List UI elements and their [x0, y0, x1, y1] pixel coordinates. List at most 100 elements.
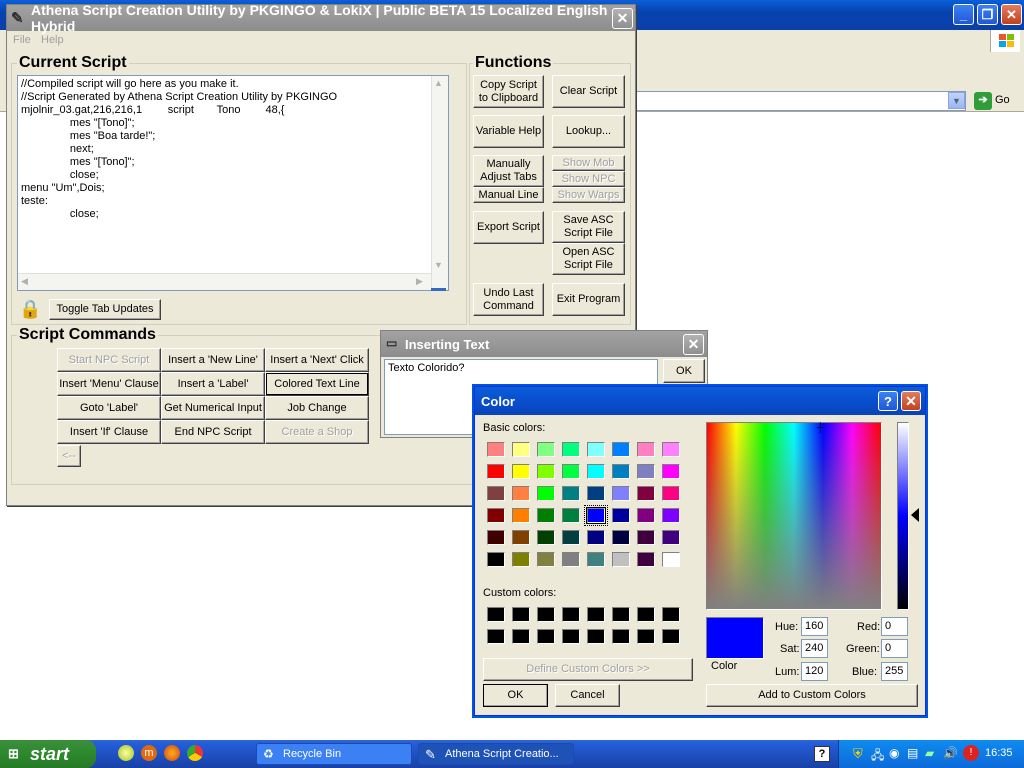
chevron-down-icon[interactable]: ▼ [948, 92, 965, 109]
taskbar-recycle-bin[interactable]: ♻ Recycle Bin [256, 743, 412, 765]
insert-next-click-button[interactable]: Insert a 'Next' Click [265, 348, 369, 372]
color-swatch[interactable] [587, 464, 605, 479]
color-swatch[interactable] [612, 464, 630, 479]
color-swatch[interactable] [562, 508, 580, 523]
get-numerical-input-button[interactable]: Get Numerical Input [161, 396, 265, 420]
insert-label-button[interactable]: Insert a 'Label' [161, 372, 265, 396]
color-swatch[interactable] [662, 464, 680, 479]
color-swatch[interactable] [487, 530, 505, 545]
color-swatch[interactable] [587, 530, 605, 545]
color-swatch[interactable] [587, 442, 605, 457]
export-script-button[interactable]: Export Script [473, 211, 544, 244]
color-swatch[interactable] [487, 486, 505, 501]
quicklaunch-m-icon[interactable]: m [141, 745, 157, 761]
color-ok-button[interactable]: OK [483, 684, 548, 707]
color-swatch[interactable] [587, 607, 605, 622]
color-swatch[interactable] [662, 442, 680, 457]
red-input[interactable]: 0 [881, 617, 908, 636]
color-swatch[interactable] [512, 486, 530, 501]
color-swatch[interactable] [612, 508, 630, 523]
scroll-right-icon[interactable]: ▶ [416, 276, 423, 287]
show-npc-button[interactable]: Show NPC [552, 171, 625, 187]
color-swatch[interactable] [537, 530, 555, 545]
luminosity-bar[interactable] [897, 422, 909, 610]
color-swatch[interactable] [584, 505, 608, 526]
lock-icon[interactable]: 🔒 [19, 299, 41, 320]
colored-text-line-button[interactable]: Colored Text Line [265, 372, 369, 396]
color-swatch[interactable] [612, 629, 630, 644]
restore-icon[interactable]: ❐ [977, 4, 998, 25]
color-swatch[interactable] [562, 552, 580, 567]
firefox-icon[interactable] [164, 745, 180, 761]
color-swatch[interactable] [662, 552, 680, 567]
main-close-button[interactable]: ✕ [612, 8, 633, 29]
variable-help-button[interactable]: Variable Help [473, 115, 544, 148]
color-swatch[interactable] [637, 552, 655, 567]
color-swatch[interactable] [512, 629, 530, 644]
color-swatch[interactable] [537, 442, 555, 457]
clear-script-button[interactable]: Clear Script [552, 75, 625, 108]
color-swatch[interactable] [562, 464, 580, 479]
show-mob-button[interactable]: Show Mob [552, 155, 625, 171]
color-swatch[interactable] [562, 629, 580, 644]
volume-icon[interactable]: 🔊 [943, 746, 958, 760]
color-swatch[interactable] [637, 530, 655, 545]
color-swatch[interactable] [662, 508, 680, 523]
network-icon[interactable]: 🖧 [871, 746, 884, 767]
color-swatch[interactable] [487, 508, 505, 523]
exit-program-button[interactable]: Exit Program [552, 283, 625, 316]
manually-adjust-tabs-button[interactable]: Manually Adjust Tabs [473, 155, 544, 187]
close-icon[interactable]: ✕ [1001, 4, 1022, 25]
color-swatch[interactable] [587, 552, 605, 567]
color-swatch[interactable] [537, 552, 555, 567]
scroll-up-icon[interactable]: ▲ [434, 78, 443, 88]
sat-input[interactable]: 240 [801, 639, 828, 658]
color-spectrum[interactable]: ┼ [706, 422, 882, 610]
color-swatch[interactable] [487, 464, 505, 479]
color-swatch[interactable] [637, 607, 655, 622]
color-swatch[interactable] [512, 442, 530, 457]
color-swatch[interactable] [512, 464, 530, 479]
create-a-shop-button[interactable]: Create a Shop [265, 420, 369, 444]
save-asc-button[interactable]: Save ASC Script File [552, 211, 625, 243]
chrome-icon[interactable] [187, 745, 203, 761]
alert-icon[interactable]: ! [963, 745, 979, 761]
color-swatch[interactable] [612, 530, 630, 545]
battery-icon[interactable]: ▰ [925, 746, 934, 760]
help-icon[interactable]: ? [878, 391, 898, 411]
menu-help[interactable]: Help [41, 34, 64, 46]
color-swatch[interactable] [662, 629, 680, 644]
help-question-icon[interactable]: ? [814, 746, 830, 762]
hue-input[interactable]: 160 [801, 617, 828, 636]
color-swatch[interactable] [637, 629, 655, 644]
scroll-down-icon[interactable]: ▼ [434, 260, 443, 270]
green-input[interactable]: 0 [881, 639, 908, 658]
color-swatch[interactable] [512, 552, 530, 567]
go-label[interactable]: Go [995, 94, 1010, 106]
inserting-close-button[interactable]: ✕ [683, 334, 704, 355]
vertical-scrollbar[interactable]: ▲ ▼ [431, 76, 448, 290]
undo-last-command-button[interactable]: Undo Last Command [473, 283, 544, 316]
lookup-button[interactable]: Lookup... [552, 115, 625, 148]
start-npc-script-button[interactable]: Start NPC Script [57, 348, 161, 372]
scroll-left-icon[interactable]: ◀ [21, 276, 28, 287]
printer-icon[interactable]: ▤ [907, 746, 918, 760]
inserting-ok-button[interactable]: OK [663, 359, 705, 383]
color-swatch[interactable] [487, 552, 505, 567]
color-swatch[interactable] [487, 607, 505, 622]
taskbar-athena[interactable]: ✎ Athena Script Creatio... [418, 743, 574, 765]
color-swatch[interactable] [562, 530, 580, 545]
color-swatch[interactable] [612, 486, 630, 501]
color-swatch[interactable] [512, 530, 530, 545]
insert-new-line-button[interactable]: Insert a 'New Line' [161, 348, 265, 372]
color-swatch[interactable] [637, 464, 655, 479]
color-swatch[interactable] [662, 607, 680, 622]
toggle-tab-updates-button[interactable]: Toggle Tab Updates [49, 299, 161, 320]
color-swatch[interactable] [612, 607, 630, 622]
add-to-custom-colors-button[interactable]: Add to Custom Colors [706, 684, 918, 707]
color-swatch[interactable] [537, 508, 555, 523]
address-input[interactable] [636, 91, 966, 111]
color-swatch[interactable] [612, 552, 630, 567]
insert-menu-clause-button[interactable]: Insert 'Menu' Clause [57, 372, 161, 396]
color-swatch[interactable] [637, 486, 655, 501]
